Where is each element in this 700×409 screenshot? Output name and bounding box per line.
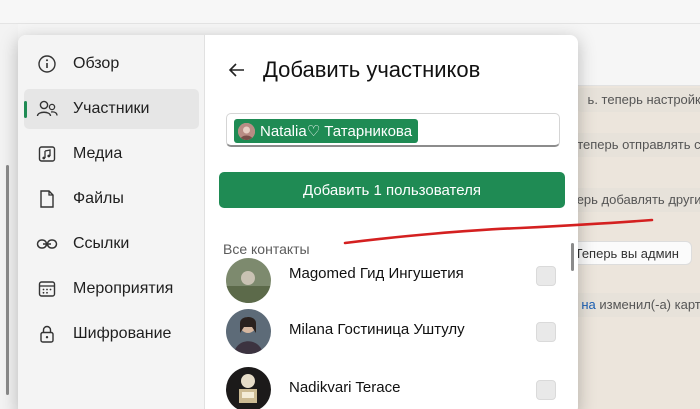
sidebar-item-label: Файлы <box>73 190 124 207</box>
avatar <box>226 367 271 409</box>
chat-system-message: на изменил(-а) карти <box>569 293 700 317</box>
contact-row[interactable]: Magomed Гид Ингушетия <box>206 253 574 311</box>
app-top-bar <box>0 0 700 24</box>
active-indicator <box>24 101 27 118</box>
dialog-sidebar: Обзор Участники Медиа Файлы Ссылки Мероп… <box>18 35 205 409</box>
calendar-icon <box>36 278 58 300</box>
selected-member-chip[interactable]: Natalia♡ Татарникова <box>234 119 419 143</box>
contact-name: Milana Гостиница Уштулу <box>289 321 465 338</box>
sidebar-item-overview[interactable]: Обзор <box>24 44 199 84</box>
add-members-panel: Добавить участников Natalia♡ Татарникова… <box>206 35 578 409</box>
contact-row[interactable]: Milana Гостиница Уштулу <box>206 307 574 365</box>
contact-checkbox[interactable] <box>536 322 556 342</box>
sidebar-item-label: Шифрование <box>73 325 172 342</box>
avatar <box>226 258 271 303</box>
sidebar-item-events[interactable]: Мероприятия <box>24 269 199 309</box>
contact-checkbox[interactable] <box>536 266 556 286</box>
sidebar-item-label: Обзор <box>73 55 120 72</box>
sidebar-item-media[interactable]: Медиа <box>24 134 199 174</box>
people-icon <box>36 98 58 120</box>
sidebar-item-label: Мероприятия <box>73 280 174 297</box>
chat-system-message: Теперь вы админ <box>561 241 692 265</box>
chat-system-message: ь. теперь настройки <box>575 88 700 112</box>
add-members-button[interactable]: Добавить 1 пользователя <box>219 172 565 208</box>
media-icon <box>36 143 58 165</box>
avatar <box>238 122 255 140</box>
sidebar-item-label: Участники <box>73 100 150 117</box>
sidebar-item-links[interactable]: Ссылки <box>24 224 199 264</box>
app-scrollbar[interactable] <box>6 165 9 395</box>
lock-icon <box>36 323 58 345</box>
sidebar-item-files[interactable]: Файлы <box>24 179 199 219</box>
avatar <box>226 309 271 354</box>
contact-name: Magomed Гид Ингушетия <box>289 265 464 282</box>
info-icon <box>36 53 58 75</box>
group-info-dialog: Обзор Участники Медиа Файлы Ссылки Мероп… <box>18 35 578 409</box>
sidebar-item-label: Медиа <box>73 145 123 162</box>
chip-label: Natalia♡ Татарникова <box>260 123 413 140</box>
back-arrow-icon[interactable] <box>226 59 248 81</box>
sidebar-item-label: Ссылки <box>73 235 130 252</box>
contact-checkbox[interactable] <box>536 380 556 400</box>
app-left-strip <box>0 24 18 409</box>
contact-name: Nadikvari Terace <box>289 379 401 396</box>
selected-members-input[interactable]: Natalia♡ Татарникова <box>226 113 560 147</box>
sidebar-item-members[interactable]: Участники <box>24 89 199 129</box>
sidebar-item-encryption[interactable]: Шифрование <box>24 314 199 354</box>
link-icon <box>36 233 58 255</box>
chat-user-link[interactable]: на <box>581 297 595 312</box>
panel-title: Добавить участников <box>263 57 481 82</box>
chat-system-message: ерь добавлять других <box>564 188 700 212</box>
contact-row[interactable]: Nadikvari Terace <box>206 365 574 409</box>
file-icon <box>36 188 58 210</box>
